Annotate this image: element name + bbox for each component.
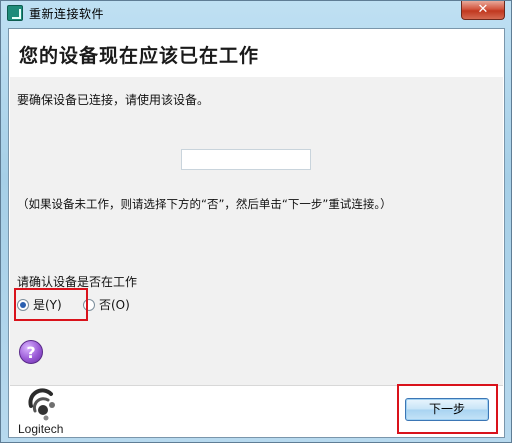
title-bar[interactable]: 重新连接软件 ✕	[1, 1, 511, 27]
help-icon[interactable]: ?	[19, 340, 43, 364]
page-title: 您的设备现在应该已在工作	[19, 45, 260, 67]
highlight-box-yes	[14, 288, 88, 321]
radio-no[interactable]: 否(O)	[83, 296, 130, 313]
content-panel	[10, 77, 503, 385]
logitech-logo: Logitech	[17, 384, 77, 436]
radio-no-label: 否(O)	[99, 298, 130, 312]
hint-text: （如果设备未工作，则请选择下方的“否”，然后单击“下一步”重试连接。）	[17, 197, 392, 211]
brand-name: Logitech	[18, 422, 64, 436]
window-title: 重新连接软件	[29, 7, 105, 21]
instruction-text: 要确保设备已连接，请使用该设备。	[17, 93, 210, 107]
close-icon: ✕	[477, 2, 489, 17]
close-button[interactable]: ✕	[461, 1, 505, 20]
highlight-box-next	[397, 384, 498, 434]
logitech-logo-icon	[28, 388, 55, 421]
status-field	[181, 149, 311, 170]
dialog-body: 您的设备现在应该已在工作 要确保设备已连接，请使用该设备。 （如果设备未工作，则…	[8, 28, 505, 438]
app-icon	[7, 5, 23, 21]
dialog-window: 重新连接软件 ✕ 您的设备现在应该已在工作 要确保设备已连接，请使用该设备。 （…	[0, 0, 512, 443]
